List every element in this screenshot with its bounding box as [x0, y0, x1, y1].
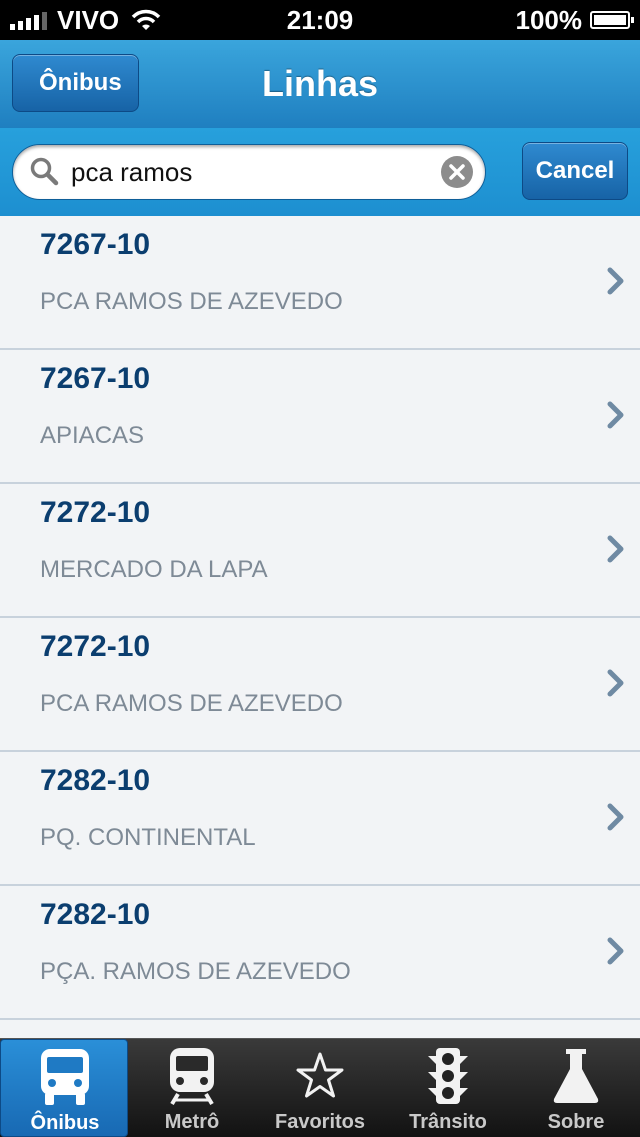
- tab-label: Trânsito: [409, 1111, 487, 1133]
- bus-icon: [41, 1049, 89, 1105]
- route-row[interactable]: 7272-10 MERCADO DA LAPA: [0, 484, 640, 618]
- route-row[interactable]: 7282-10 PÇA. RAMOS DE AZEVEDO: [0, 886, 640, 1020]
- route-destination: PQ. CONTINENTAL: [40, 824, 256, 851]
- route-row[interactable]: 7272-10 PCA RAMOS DE AZEVEDO: [0, 618, 640, 752]
- route-number: 7272-10: [40, 630, 151, 663]
- chevron-right-icon: [607, 669, 624, 697]
- route-destination: PCA RAMOS DE AZEVEDO: [40, 288, 343, 315]
- cancel-button[interactable]: Cancel: [522, 142, 628, 200]
- tab-sobre[interactable]: Sobre: [512, 1039, 640, 1137]
- tab-label: Metrô: [164, 1111, 220, 1133]
- route-number: 7267-10: [40, 228, 151, 261]
- battery-icon: [590, 11, 634, 29]
- chevron-right-icon: [607, 803, 624, 831]
- route-destination: MERCADO DA LAPA: [40, 556, 268, 583]
- tab-favoritos[interactable]: Favoritos: [256, 1039, 384, 1137]
- tab-onibus[interactable]: Ônibus: [0, 1039, 128, 1137]
- route-row[interactable]: 7282-10 PQ. CONTINENTAL: [0, 752, 640, 886]
- flask-icon: [553, 1049, 599, 1103]
- chevron-right-icon: [607, 535, 624, 563]
- status-bar: VIVO 21:09 100%: [0, 0, 640, 40]
- route-row[interactable]: 7267-10 PCA RAMOS DE AZEVEDO: [0, 216, 640, 350]
- clear-search-button[interactable]: [441, 156, 473, 188]
- train-icon: [170, 1048, 214, 1106]
- route-number: 7272-10: [40, 496, 151, 529]
- route-number: 7267-10: [40, 362, 151, 395]
- route-destination: PÇA. RAMOS DE AZEVEDO: [40, 958, 351, 985]
- tab-bar: Ônibus Metrô Favoritos Trânsito Sobre: [0, 1038, 640, 1137]
- search-query: pca ramos: [71, 157, 193, 187]
- tab-label: Sobre: [547, 1111, 605, 1133]
- search-bar: pca ramos Cancel: [0, 128, 640, 216]
- route-row[interactable]: 7267-10 APIACAS: [0, 350, 640, 484]
- tab-transito[interactable]: Trânsito: [384, 1039, 512, 1137]
- route-destination: PCA RAMOS DE AZEVEDO: [40, 690, 343, 717]
- chevron-right-icon: [607, 267, 624, 295]
- route-destination: APIACAS: [40, 422, 145, 449]
- route-number: 7282-10: [40, 898, 151, 931]
- route-number: 7282-10: [40, 764, 151, 797]
- clear-icon: [449, 164, 465, 180]
- chevron-right-icon: [607, 401, 624, 429]
- chevron-right-icon: [607, 937, 624, 965]
- navigation-bar: Linhas Ônibus: [0, 40, 640, 128]
- back-button[interactable]: Ônibus: [12, 54, 139, 112]
- route-list: 7267-10 PCA RAMOS DE AZEVEDO 7267-10 API…: [0, 216, 640, 1038]
- back-button-label: Ônibus: [39, 69, 122, 96]
- search-icon: [30, 157, 59, 186]
- battery-percentage: 100%: [515, 4, 583, 35]
- tab-label: Ônibus: [30, 1112, 100, 1134]
- tab-metro[interactable]: Metrô: [128, 1039, 256, 1137]
- star-icon: [296, 1052, 344, 1098]
- traffic-light-icon: [428, 1048, 468, 1104]
- route-row[interactable]: [0, 1020, 640, 1038]
- search-input[interactable]: pca ramos: [12, 144, 486, 200]
- tab-label: Favoritos: [274, 1111, 366, 1133]
